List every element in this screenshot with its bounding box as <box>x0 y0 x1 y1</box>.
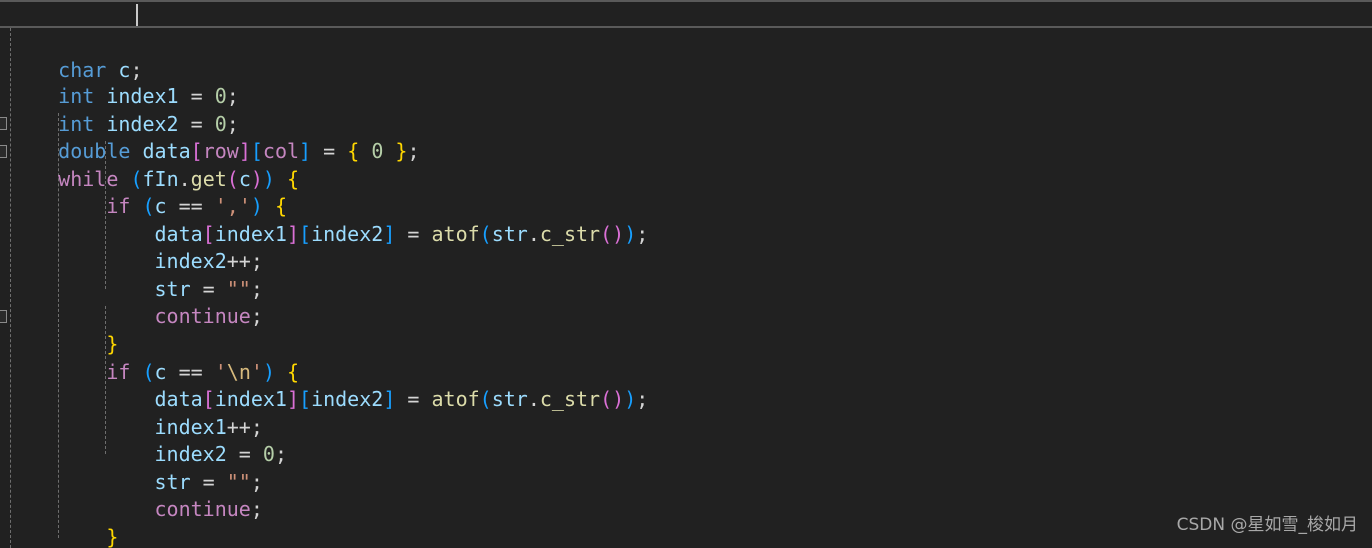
code-line-text: continue; <box>154 497 263 522</box>
code-line-text: index2 = 0; <box>154 442 287 467</box>
fold-marker-while[interactable] <box>0 117 7 130</box>
code-line-text: if (c == '\n') { <box>106 359 300 384</box>
code-line-text: if (c == ',') { <box>106 194 288 219</box>
fold-marker-if-newline[interactable] <box>0 310 7 323</box>
text-caret <box>136 4 138 26</box>
code-line-text: str = ""; <box>154 276 263 301</box>
code-line-text: } <box>106 332 119 357</box>
code-line-text: index1++; <box>154 414 263 439</box>
code-editor[interactable]: char c; int index1 = 0; int index2 = 0; … <box>0 0 1372 548</box>
code-content[interactable]: char c; int index1 = 0; int index2 = 0; … <box>0 0 1372 548</box>
code-line-text: int index1 = 0; <box>58 84 239 109</box>
code-line-text: while (fIn.get(c)) { <box>58 166 300 191</box>
code-line-text: data[index1][index2] = atof(str.c_str())… <box>154 221 649 246</box>
code-line-text: char c; <box>58 58 143 83</box>
code-line-text: continue; <box>154 304 263 329</box>
code-line-text: } <box>106 524 119 548</box>
code-line-text: data[index1][index2] = atof(str.c_str())… <box>154 387 649 412</box>
watermark-text: CSDN @星如雪_梭如月 <box>1176 515 1358 536</box>
code-line[interactable]: char c; <box>0 0 1372 82</box>
code-line-text: double data[row][col] = { 0 }; <box>58 139 420 164</box>
code-line[interactable]: int index1 = 0; <box>0 28 1372 108</box>
code-line-text: str = ""; <box>154 469 263 494</box>
code-line-text: int index2 = 0; <box>58 111 239 136</box>
code-line-text: index2++; <box>154 249 263 274</box>
fold-marker-if-comma[interactable] <box>0 145 7 158</box>
